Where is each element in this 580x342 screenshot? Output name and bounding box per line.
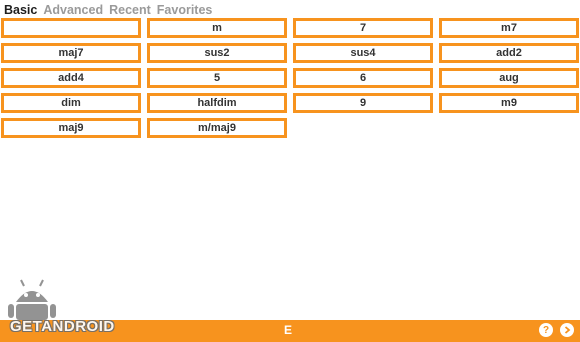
chord-button-7[interactable]: 7: [293, 18, 433, 38]
chord-button-maj7[interactable]: maj7: [1, 43, 141, 63]
chord-button-aug[interactable]: aug: [439, 68, 579, 88]
root-note-label[interactable]: E: [284, 323, 292, 337]
chord-button-maj9[interactable]: maj9: [1, 118, 141, 138]
chord-type-grid: m 7 m7 maj7 sus2 sus4 add2 add4 5 6 aug …: [1, 18, 579, 138]
chord-button-m7[interactable]: m7: [439, 18, 579, 38]
chord-category-tabs: Basic Advanced Recent Favorites: [4, 2, 212, 18]
watermark-logo: GETANDROID: [4, 274, 124, 342]
chevron-right-icon-glyph: [564, 326, 571, 334]
chord-button-m9[interactable]: m9: [439, 93, 579, 113]
chord-button-m[interactable]: m: [147, 18, 287, 38]
chord-button-9[interactable]: 9: [293, 93, 433, 113]
watermark-text: GETANDROID: [10, 318, 115, 335]
android-robot-icon: [8, 279, 56, 320]
chord-button-5[interactable]: 5: [147, 68, 287, 88]
tab-advanced[interactable]: Advanced: [43, 2, 103, 18]
chord-button-dim[interactable]: dim: [1, 93, 141, 113]
chord-button-halfdim[interactable]: halfdim: [147, 93, 287, 113]
chord-button-m-maj9[interactable]: m/maj9: [147, 118, 287, 138]
chord-button-add4[interactable]: add4: [1, 68, 141, 88]
chord-button-major[interactable]: [1, 18, 141, 38]
tab-basic[interactable]: Basic: [4, 2, 37, 18]
tab-recent[interactable]: Recent: [109, 2, 151, 18]
chord-button-sus2[interactable]: sus2: [147, 43, 287, 63]
chevron-right-icon[interactable]: [560, 323, 574, 337]
tab-favorites[interactable]: Favorites: [157, 2, 213, 18]
chord-button-add2[interactable]: add2: [439, 43, 579, 63]
chord-button-6[interactable]: 6: [293, 68, 433, 88]
question-icon[interactable]: ?: [539, 323, 553, 337]
chord-button-sus4[interactable]: sus4: [293, 43, 433, 63]
